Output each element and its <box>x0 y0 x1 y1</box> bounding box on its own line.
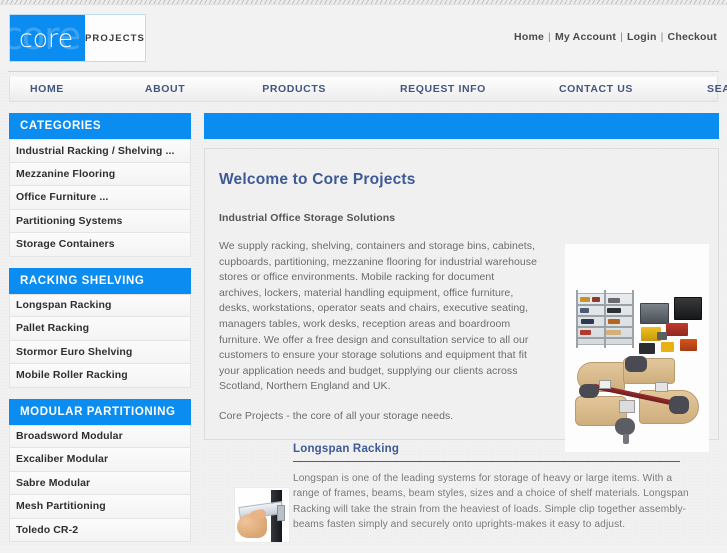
sidebar-list-categories: Industrial Racking / Shelving ... Mezzan… <box>9 139 191 257</box>
nav-item-home[interactable]: HOME <box>30 83 64 95</box>
sidebar-item-storage-containers[interactable]: Storage Containers <box>9 233 191 257</box>
welcome-body: We supply racking, shelving, containers … <box>219 239 539 425</box>
utility-sep-2: | <box>620 31 624 43</box>
sidebar-panel-racking-shelving: RACKING SHELVING Longspan Racking Pallet… <box>9 267 191 388</box>
utility-sep-3: | <box>660 31 664 43</box>
sidebar-item-excaliber-modular[interactable]: Excaliber Modular <box>9 448 191 472</box>
nav-item-search[interactable]: SEARCH <box>707 83 727 95</box>
dark-bin-graphic <box>639 343 655 354</box>
nav-item-products[interactable]: PRODUCTS <box>262 83 326 95</box>
utility-link-checkout[interactable]: Checkout <box>668 31 717 43</box>
sidebar-item-mesh-partitioning[interactable]: Mesh Partitioning <box>9 495 191 519</box>
grey-crate-graphic <box>640 303 669 324</box>
nav-item-about[interactable]: ABOUT <box>145 83 185 95</box>
sidebar-list-modular-partitioning: Broadsword Modular Excaliber Modular Sab… <box>9 424 191 542</box>
sidebar-item-stormor-euro-shelving[interactable]: Stormor Euro Shelving <box>9 340 191 364</box>
sidebar-item-office-furniture[interactable]: Office Furniture ... <box>9 186 191 210</box>
welcome-paragraph-1: We supply racking, shelving, containers … <box>219 240 537 393</box>
nav-item-request-info[interactable]: REQUEST INFO <box>400 83 486 95</box>
longspan-section: Longspan Racking Longspan is one of the … <box>226 443 727 543</box>
welcome-subtitle: Industrial Office Storage Solutions <box>219 212 396 224</box>
logo-blue-block: core core <box>10 15 85 61</box>
logo-wordmark: core <box>19 24 74 53</box>
main-content: Welcome to Core Projects Industrial Offi… <box>204 113 719 452</box>
longspan-title: Longspan Racking <box>293 443 400 455</box>
page-root: core core PROJECTS Home | My Account | Login… <box>0 0 727 545</box>
content-accent-bar <box>204 113 719 139</box>
longspan-beam-clip-photo[interactable] <box>234 487 290 543</box>
nav-top-rule <box>8 71 719 72</box>
welcome-panel: Welcome to Core Projects Industrial Offi… <box>204 148 719 452</box>
yellow-tub-graphic <box>661 342 674 352</box>
logo-subword: PROJECTS <box>84 32 145 44</box>
sidebar-panel-title-modular-partitioning: MODULAR PARTITIONING <box>9 398 191 425</box>
grey-tub-graphic <box>657 332 667 340</box>
sidebar-panel-title-racking-shelving: RACKING SHELVING <box>9 267 191 294</box>
utility-links: Home | My Account | Login | Checkout <box>514 31 717 43</box>
site-header: core core PROJECTS Home | My Account | Login… <box>0 5 727 69</box>
black-crate-graphic <box>674 297 702 320</box>
sidebar-panel-title-categories: CATEGORIES <box>9 113 191 139</box>
sidebar-panel-categories: CATEGORIES Industrial Racking / Shelving… <box>9 113 191 257</box>
sidebar-panel-modular-partitioning: MODULAR PARTITIONING Broadsword Modular … <box>9 398 191 542</box>
sidebar-item-mezzanine-flooring[interactable]: Mezzanine Flooring <box>9 162 191 186</box>
office-desk-cluster-graphic <box>571 356 703 446</box>
welcome-paragraph-2: Core Projects - the core of all your sto… <box>219 409 454 422</box>
sidebar-item-sabre-modular[interactable]: Sabre Modular <box>9 471 191 495</box>
storage-products-collage-image <box>565 244 709 452</box>
main-navigation: HOME ABOUT PRODUCTS REQUEST INFO CONTACT… <box>9 76 727 102</box>
sidebar-item-longspan-racking[interactable]: Longspan Racking <box>9 293 191 317</box>
utility-link-my-account[interactable]: My Account <box>555 31 616 43</box>
sidebar-item-broadsword-modular[interactable]: Broadsword Modular <box>9 424 191 448</box>
logo-white-block: PROJECTS <box>84 15 145 61</box>
nav-item-contact-us[interactable]: CONTACT US <box>559 83 633 95</box>
utility-link-login[interactable]: Login <box>627 31 657 43</box>
sidebar-item-pallet-racking[interactable]: Pallet Racking <box>9 317 191 341</box>
page-title: Welcome to Core Projects <box>219 171 416 188</box>
sidebar-list-racking-shelving: Longspan Racking Pallet Racking Stormor … <box>9 293 191 388</box>
longspan-rule <box>293 461 680 462</box>
red-bin-graphic <box>666 323 688 336</box>
sidebar-item-industrial-racking-shelving[interactable]: Industrial Racking / Shelving ... <box>9 139 191 163</box>
shelving-unit-graphic <box>576 290 634 348</box>
small-red-bin-graphic <box>680 339 697 351</box>
sidebar-item-mobile-roller-racking[interactable]: Mobile Roller Racking <box>9 364 191 388</box>
sidebar-item-toledo-cr-2[interactable]: Toledo CR-2 <box>9 518 191 542</box>
longspan-body: Longspan is one of the leading systems f… <box>293 473 689 530</box>
sidebar-item-partitioning-systems[interactable]: Partitioning Systems <box>9 209 191 233</box>
utility-link-home[interactable]: Home <box>514 31 544 43</box>
utility-sep-1: | <box>548 31 551 43</box>
sidebar: CATEGORIES Industrial Racking / Shelving… <box>9 113 191 553</box>
beam-connector-graphic <box>277 505 285 521</box>
site-logo[interactable]: core core PROJECTS <box>9 14 146 62</box>
